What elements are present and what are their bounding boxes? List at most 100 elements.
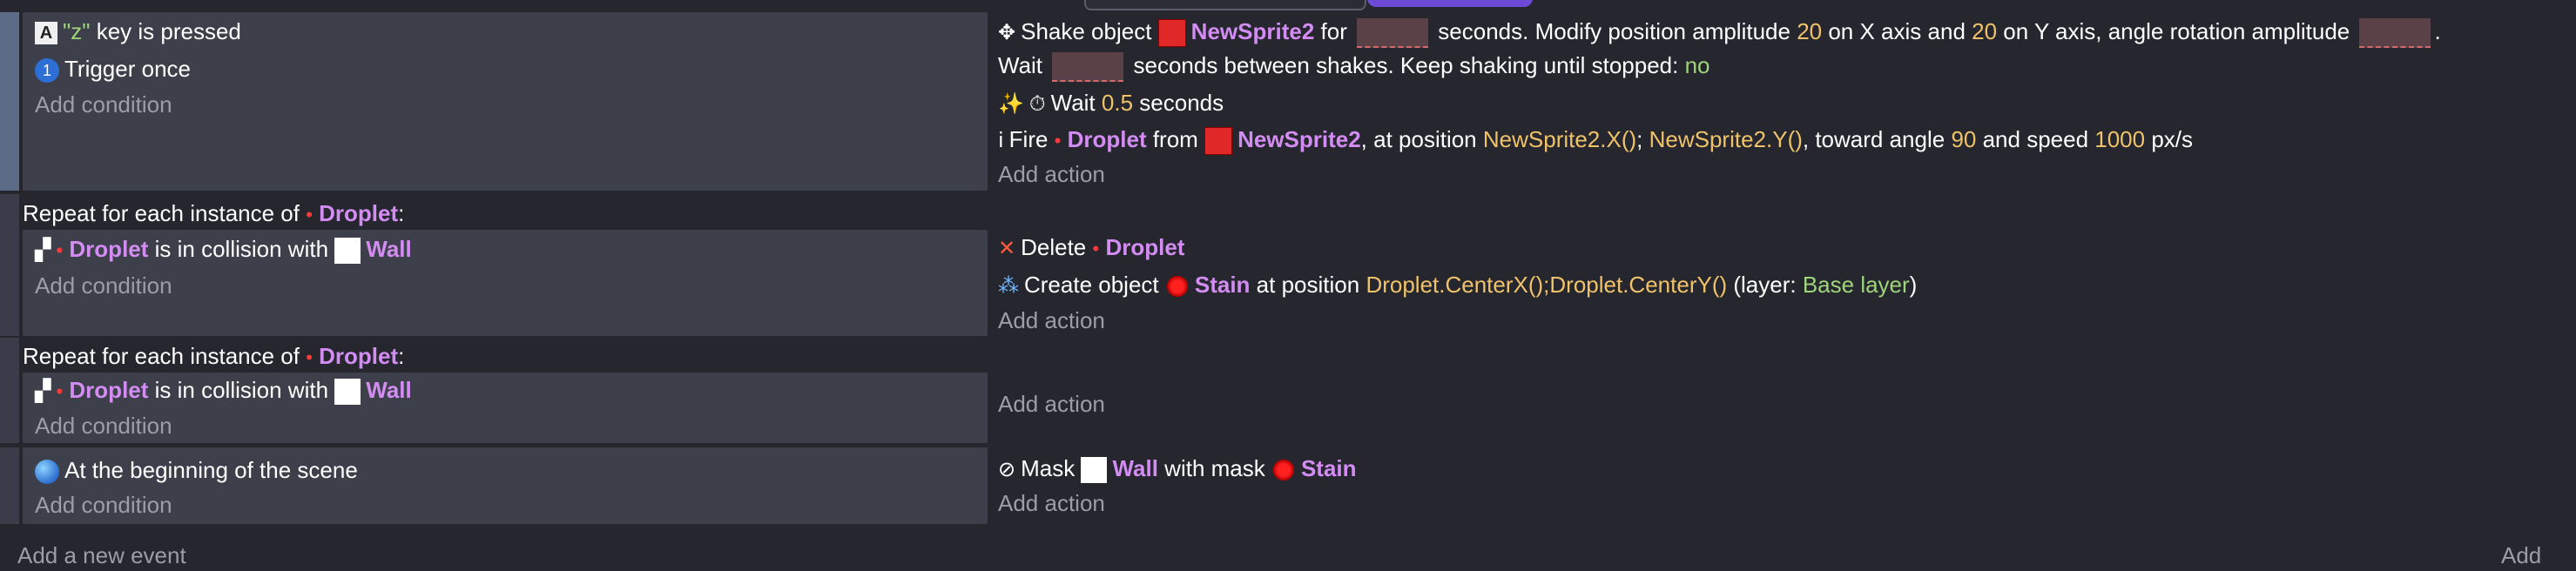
condition-text: is in collision with — [148, 377, 335, 403]
object-name: Droplet — [69, 377, 149, 403]
action-text: and speed — [1976, 126, 2095, 152]
add-action-link[interactable]: Add action — [998, 305, 1105, 336]
repeat-text: Repeat for each instance of — [23, 200, 307, 226]
move-arrows-icon: ✥ — [998, 21, 1016, 45]
object-name: Wall — [1112, 455, 1158, 481]
add-new-event-link[interactable]: Add a new event — [17, 540, 186, 571]
bullet-icon: ⅰ — [998, 129, 1004, 153]
condition-scene-start[interactable]: At the beginning of the scene — [35, 454, 358, 486]
action-text: with mask — [1157, 455, 1271, 481]
action-text: (layer: — [1727, 272, 1803, 298]
action-text: Mask — [1021, 455, 1082, 481]
action-text: seconds between shakes. Keep shaking unt… — [1127, 52, 1685, 78]
action-text: Create object — [1024, 272, 1165, 298]
action-text: on Y axis, angle rotation amplitude — [1997, 18, 2357, 44]
param-expression: Droplet.CenterX();Droplet.CenterY() — [1366, 272, 1728, 298]
action-text: , at position — [1360, 126, 1483, 152]
key-value: "z" — [63, 18, 91, 44]
empty-parameter[interactable] — [2359, 18, 2431, 49]
toolbar-primary-button[interactable] — [1367, 0, 1533, 7]
condition-text: is in collision with — [148, 236, 335, 262]
sparkle-icon: ✨ — [998, 92, 1024, 117]
condition-key-pressed[interactable]: A "z" key is pressed — [35, 16, 241, 47]
condition-text: key is pressed — [90, 18, 241, 44]
action-text: from — [1146, 126, 1205, 152]
newsprite2-thumbnail-icon — [1204, 127, 1233, 156]
globe-icon — [35, 460, 59, 485]
action-shake-object[interactable]: ✥ Shake object NewSprite2 for seconds. Mo… — [998, 16, 2441, 49]
event-3-handle[interactable] — [0, 338, 19, 443]
action-text: Wait — [998, 52, 1049, 78]
keyboard-key-icon: A — [35, 22, 57, 45]
action-mask[interactable]: ⊘ Mask Wall with mask Stain — [998, 453, 1357, 484]
event-1-handle[interactable] — [0, 12, 19, 191]
action-wait[interactable]: ✨ ⏱ Wait 0.5 seconds — [998, 87, 1224, 118]
add-action-link[interactable]: Add action — [998, 487, 1105, 519]
event-3-actions: Add action — [988, 373, 2576, 443]
wall-thumbnail-icon — [334, 238, 361, 265]
condition-collision[interactable]: ▞ • Droplet is in collision with Wall — [35, 233, 412, 265]
param-expression: NewSprite2.X() — [1482, 126, 1637, 152]
param-number: 1000 — [2094, 126, 2146, 152]
droplet-thumbnail-icon: • — [306, 204, 313, 225]
event-4-handle[interactable] — [0, 447, 19, 524]
event-4-actions: ⊘ Mask Wall with mask Stain Add action — [988, 447, 2576, 524]
action-shake-object-cont[interactable]: Wait seconds between shakes. Keep shakin… — [998, 50, 1710, 83]
empty-parameter[interactable] — [1052, 52, 1124, 83]
param-layer: Base layer — [1802, 272, 1910, 298]
repeat-header[interactable]: Repeat for each instance of • Droplet: — [23, 198, 404, 231]
toolbar-search-field[interactable] — [1084, 0, 1366, 10]
repeat-header[interactable]: Repeat for each instance of • Droplet: — [23, 340, 404, 373]
action-text: Delete — [1021, 234, 1093, 260]
action-create-object[interactable]: ⁂ Create object Stain at position Droplet… — [998, 269, 1917, 300]
param-number: 90 — [1951, 126, 1977, 152]
condition-text: Trigger once — [64, 56, 191, 82]
object-name: Droplet — [1105, 234, 1185, 260]
action-text: seconds. Modify position amplitude — [1432, 18, 1797, 44]
add-condition-link[interactable]: Add condition — [35, 270, 172, 301]
delete-x-icon: ✕ — [998, 237, 1016, 261]
wall-thumbnail-icon — [334, 379, 361, 406]
action-delete[interactable]: ✕ Delete • Droplet — [998, 232, 1184, 263]
object-name: Droplet — [1067, 126, 1147, 152]
mask-icon: ⊘ — [998, 458, 1016, 482]
action-text: , toward angle — [1802, 126, 1952, 152]
add-menu-button[interactable]: Add — [2501, 540, 2541, 571]
droplet-thumbnail-icon: • — [1054, 130, 1062, 151]
add-action-link[interactable]: Add action — [998, 158, 1105, 190]
repeat-text: : — [398, 200, 405, 226]
action-text: on X axis and — [1822, 18, 1972, 44]
param-expression: NewSprite2.Y() — [1649, 126, 1803, 152]
action-text: ) — [1909, 272, 1918, 298]
droplet-thumbnail-icon: • — [56, 239, 64, 261]
top-toolbar-edge — [0, 0, 2576, 12]
add-condition-link[interactable]: Add condition — [35, 410, 172, 441]
add-action-link[interactable]: Add action — [998, 388, 1105, 420]
object-name: NewSprite2 — [1190, 18, 1315, 44]
add-condition-link[interactable]: Add condition — [35, 489, 172, 521]
empty-parameter[interactable] — [1357, 18, 1429, 49]
event-2-handle[interactable] — [0, 194, 19, 336]
condition-trigger-once[interactable]: 1 Trigger once — [35, 53, 191, 84]
object-name: NewSprite2 — [1237, 126, 1361, 152]
trigger-once-icon: 1 — [35, 58, 59, 84]
object-name: Stain — [1300, 455, 1357, 481]
newsprite2-thumbnail-icon — [1157, 19, 1186, 48]
object-name: Stain — [1194, 272, 1251, 298]
object-name: Droplet — [69, 236, 149, 262]
repeat-text: Repeat for each instance of — [23, 343, 307, 369]
condition-collision[interactable]: ▞ • Droplet is in collision with Wall — [35, 374, 412, 406]
collision-icon: ▞ — [35, 238, 51, 263]
action-text: . — [2434, 18, 2441, 44]
action-fire[interactable]: ⅰ Fire • Droplet from NewSprite2, at posi… — [998, 124, 2194, 156]
action-text: px/s — [2145, 126, 2194, 152]
add-condition-link[interactable]: Add condition — [35, 89, 172, 120]
footer-bar: Add a new event Add — [0, 534, 2576, 568]
object-name: Wall — [366, 377, 412, 403]
repeat-text: : — [398, 343, 405, 369]
param-number: 20 — [1797, 18, 1823, 44]
object-name: Droplet — [319, 343, 399, 369]
object-name: Wall — [366, 236, 412, 262]
param-number: 20 — [1972, 18, 1998, 44]
create-object-icon: ⁂ — [998, 274, 1019, 299]
